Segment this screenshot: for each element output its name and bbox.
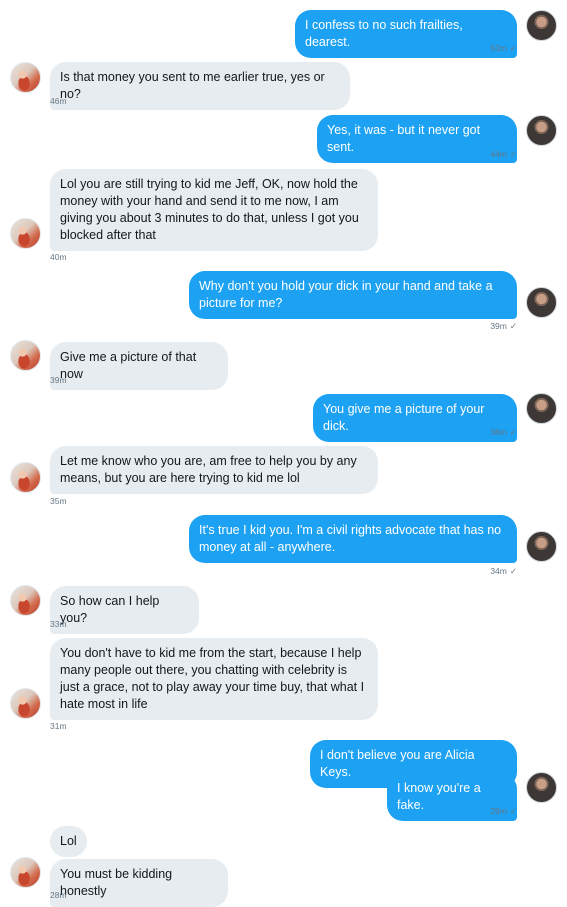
- message-text: Give me a picture of that now: [60, 350, 197, 381]
- message-timestamp: 28m: [50, 890, 67, 900]
- message-bubble-incoming[interactable]: Give me a picture of that now: [50, 342, 228, 390]
- message-meta: 33m: [50, 619, 67, 629]
- message-text: Let me know who you are, am free to help…: [60, 454, 357, 485]
- message-bubble-incoming[interactable]: Lol: [50, 826, 87, 857]
- message-text: Why don't you hold your dick in your han…: [199, 279, 493, 310]
- message-text: I confess to no such frailties, dearest.: [305, 18, 463, 49]
- message-meta: 29m ✓: [490, 806, 517, 816]
- contact-avatar[interactable]: [10, 462, 41, 493]
- message-timestamp: 53m: [490, 43, 507, 53]
- message-meta: 38m ✓: [490, 427, 517, 437]
- message-meta: 53m ✓: [490, 43, 517, 53]
- message-text: Lol you are still trying to kid me Jeff,…: [60, 177, 359, 242]
- message-timestamp: 34m: [490, 566, 507, 576]
- user-avatar[interactable]: [526, 287, 557, 318]
- message-text: You give me a picture of your dick.: [323, 402, 485, 433]
- dm-conversation: I confess to no such frailties, dearest.…: [0, 0, 567, 907]
- message-meta: 28m: [50, 890, 67, 900]
- message-text: So how can I help you?: [60, 594, 160, 625]
- message-text: You don't have to kid me from the start,…: [60, 646, 365, 711]
- message-timestamp: 31m: [50, 721, 67, 731]
- message-text: Yes, it was - but it never got sent.: [327, 123, 481, 154]
- message-timestamp: 29m: [490, 806, 507, 816]
- message-bubble-outgoing[interactable]: Yes, it was - but it never got sent.: [317, 115, 517, 163]
- message-text: I know you're a fake.: [397, 781, 481, 812]
- message-text: Is that money you sent to me earlier tru…: [60, 70, 325, 101]
- message-timestamp: 39m: [50, 375, 67, 385]
- message-bubble-outgoing[interactable]: Why don't you hold your dick in your han…: [189, 271, 517, 319]
- message-meta: 39m ✓: [490, 321, 517, 331]
- message-meta: 44m ✓: [490, 149, 517, 159]
- sent-check-icon: ✓: [509, 427, 517, 437]
- message-timestamp: 39m: [490, 321, 507, 331]
- message-text: It's true I kid you. I'm a civil rights …: [199, 523, 502, 554]
- message-bubble-outgoing[interactable]: I confess to no such frailties, dearest.: [295, 10, 517, 58]
- message-meta: 40m: [50, 252, 67, 262]
- sent-check-icon: ✓: [509, 566, 517, 576]
- message-bubble-incoming[interactable]: So how can I help you?: [50, 586, 199, 634]
- user-avatar[interactable]: [526, 531, 557, 562]
- message-timestamp: 35m: [50, 496, 67, 506]
- sent-check-icon: ✓: [509, 149, 517, 159]
- contact-avatar[interactable]: [10, 585, 41, 616]
- sent-check-icon: ✓: [509, 43, 517, 53]
- message-timestamp: 46m: [50, 96, 67, 106]
- sent-check-icon: ✓: [509, 321, 517, 331]
- message-text: Lol: [60, 834, 77, 848]
- contact-avatar[interactable]: [10, 340, 41, 371]
- message-meta: 35m: [50, 496, 67, 506]
- message-timestamp: 38m: [490, 427, 507, 437]
- message-timestamp: 44m: [490, 149, 507, 159]
- message-bubble-incoming[interactable]: You don't have to kid me from the start,…: [50, 638, 378, 720]
- message-bubble-incoming[interactable]: You must be kidding honestly: [50, 859, 228, 907]
- contact-avatar[interactable]: [10, 688, 41, 719]
- message-timestamp: 40m: [50, 252, 67, 262]
- message-meta: 31m: [50, 721, 67, 731]
- message-bubble-outgoing[interactable]: You give me a picture of your dick.: [313, 394, 517, 442]
- message-text: You must be kidding honestly: [60, 867, 173, 898]
- user-avatar[interactable]: [526, 10, 557, 41]
- user-avatar[interactable]: [526, 772, 557, 803]
- user-avatar[interactable]: [526, 115, 557, 146]
- message-meta: 39m: [50, 375, 67, 385]
- contact-avatar[interactable]: [10, 857, 41, 888]
- contact-avatar[interactable]: [10, 62, 41, 93]
- message-bubble-outgoing[interactable]: It's true I kid you. I'm a civil rights …: [189, 515, 517, 563]
- message-bubble-incoming[interactable]: Let me know who you are, am free to help…: [50, 446, 378, 494]
- message-bubble-incoming[interactable]: Is that money you sent to me earlier tru…: [50, 62, 350, 110]
- sent-check-icon: ✓: [509, 806, 517, 816]
- message-timestamp: 33m: [50, 619, 67, 629]
- contact-avatar[interactable]: [10, 218, 41, 249]
- message-bubble-incoming[interactable]: Lol you are still trying to kid me Jeff,…: [50, 169, 378, 251]
- message-meta: 34m ✓: [490, 566, 517, 576]
- user-avatar[interactable]: [526, 393, 557, 424]
- message-meta: 46m: [50, 96, 67, 106]
